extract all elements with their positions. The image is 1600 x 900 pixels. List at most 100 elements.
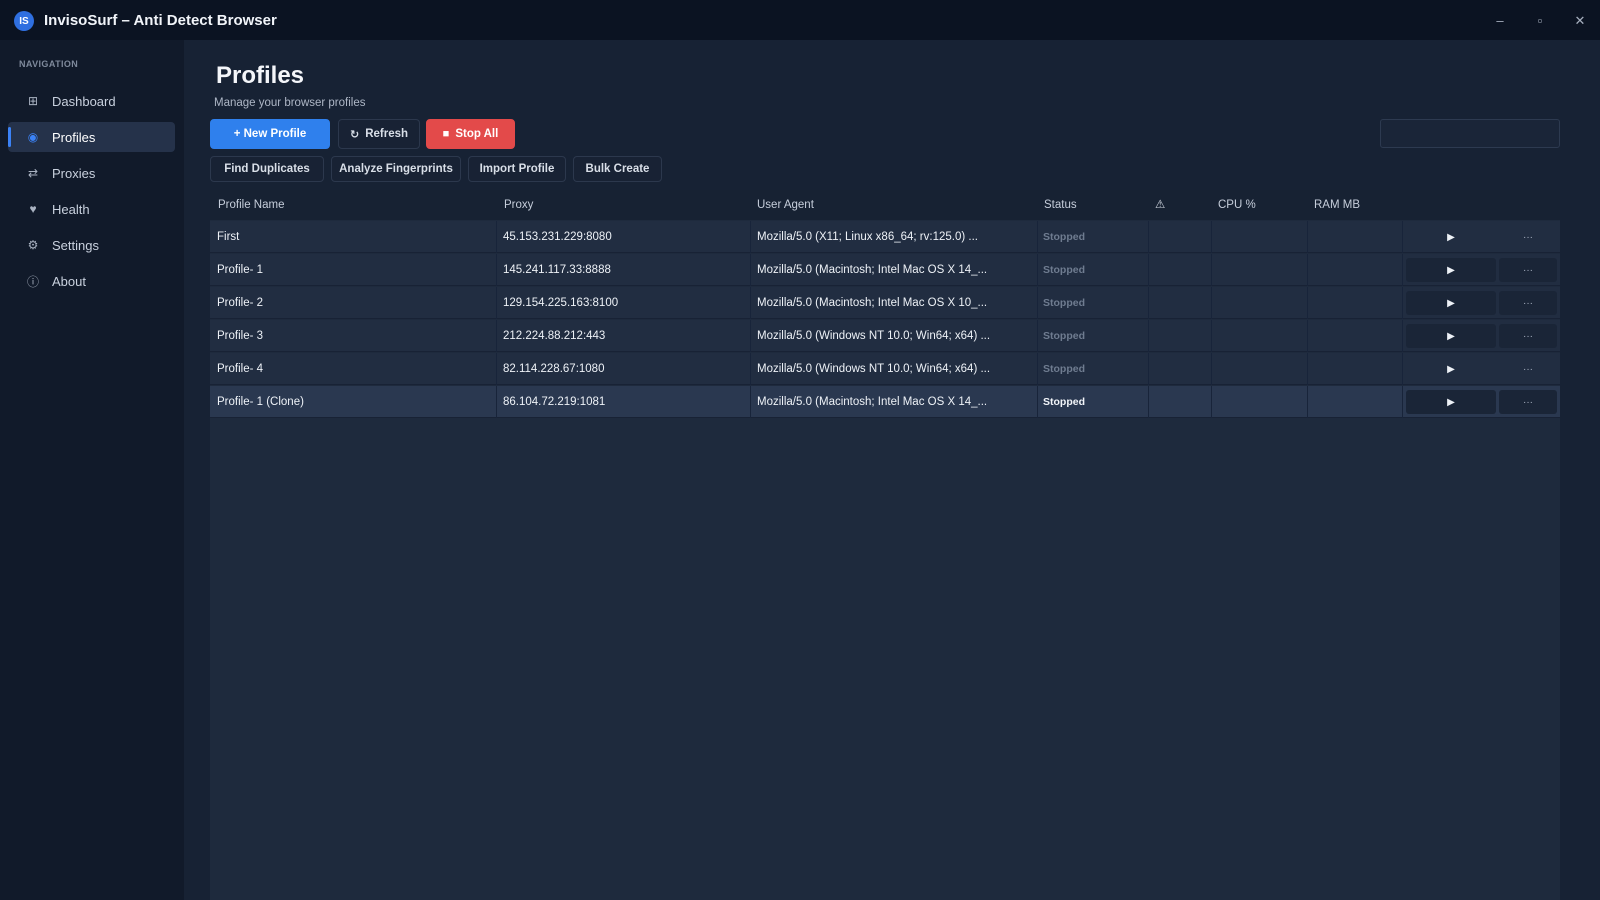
dashboard-icon: ⊞ xyxy=(27,94,39,108)
proxy-cell: 82.114.228.67:1080 xyxy=(497,353,751,385)
new-profile-label: + New Profile xyxy=(233,128,307,140)
column-header-ram[interactable]: RAM MB xyxy=(1314,190,1360,220)
sidebar-item-health[interactable]: ♥ Health xyxy=(8,194,175,224)
app-logo-icon: IS xyxy=(14,11,34,31)
warning-cell xyxy=(1149,287,1212,319)
proxies-icon: ⇄ xyxy=(27,166,39,180)
play-icon[interactable]: ▶ xyxy=(1406,357,1496,381)
more-icon[interactable]: ··· xyxy=(1499,324,1557,348)
play-icon[interactable]: ▶ xyxy=(1406,324,1496,348)
window-title: InvisoSurf – Anti Detect Browser xyxy=(44,12,277,29)
ram-cell xyxy=(1308,353,1403,385)
more-icon[interactable]: ··· xyxy=(1499,357,1557,381)
ram-cell xyxy=(1308,386,1403,418)
user-agent-cell: Mozilla/5.0 (Macintosh; Intel Mac OS X 1… xyxy=(751,254,1038,286)
sidebar: NAVIGATION ⊞ Dashboard ◉ Profiles ⇄ Prox… xyxy=(0,40,184,900)
main-content: Profiles Manage your browser profiles + … xyxy=(184,40,1600,900)
sidebar-item-label: Dashboard xyxy=(52,93,116,109)
minimize-icon[interactable]: – xyxy=(1490,11,1510,31)
sidebar-item-profiles[interactable]: ◉ Profiles xyxy=(8,122,175,152)
proxy-cell: 86.104.72.219:1081 xyxy=(497,386,751,418)
more-icon[interactable]: ··· xyxy=(1499,225,1557,249)
column-header-user-agent[interactable]: User Agent xyxy=(757,190,814,220)
play-icon[interactable]: ▶ xyxy=(1406,390,1496,414)
user-agent-cell: Mozilla/5.0 (X11; Linux x86_64; rv:125.0… xyxy=(751,221,1038,253)
table-header: Profile Name Proxy User Agent Status ⚠ C… xyxy=(210,190,1560,220)
sidebar-item-proxies[interactable]: ⇄ Proxies xyxy=(8,158,175,188)
analyze-fingerprints-button[interactable]: Analyze Fingerprints xyxy=(331,156,461,182)
status-cell: Stopped xyxy=(1038,353,1149,385)
heart-icon: ♥ xyxy=(29,202,37,216)
table-row[interactable]: First 45.153.231.229:8080 Mozilla/5.0 (X… xyxy=(210,221,1560,253)
play-icon[interactable]: ▶ xyxy=(1406,225,1496,249)
play-icon[interactable]: ▶ xyxy=(1406,291,1496,315)
table-row[interactable]: Profile- 1 145.241.117.33:8888 Mozilla/5… xyxy=(210,254,1560,286)
profile-name-cell: Profile- 1 xyxy=(210,254,497,286)
profiles-icon: ◉ xyxy=(27,130,39,144)
column-header-proxy[interactable]: Proxy xyxy=(504,190,533,220)
status-cell: Stopped xyxy=(1038,254,1149,286)
title-bar: IS InvisoSurf – Anti Detect Browser – ▫ … xyxy=(0,0,1600,40)
status-cell: Stopped xyxy=(1038,386,1149,418)
proxy-cell: 212.224.88.212:443 xyxy=(497,320,751,352)
sidebar-item-dashboard[interactable]: ⊞ Dashboard xyxy=(8,86,175,116)
import-profile-label: Import Profile xyxy=(479,163,555,175)
stop-icon: ■ xyxy=(442,128,450,140)
info-icon: ⓘ xyxy=(26,274,39,289)
warning-cell xyxy=(1149,254,1212,286)
table-row[interactable]: Profile- 3 212.224.88.212:443 Mozilla/5.… xyxy=(210,320,1560,352)
warning-cell xyxy=(1149,221,1212,253)
close-icon[interactable]: ✕ xyxy=(1570,11,1590,31)
sidebar-item-label: Profiles xyxy=(52,129,96,145)
page-subtitle: Manage your browser profiles xyxy=(214,97,366,109)
proxy-cell: 129.154.225.163:8100 xyxy=(497,287,751,319)
sidebar-item-about[interactable]: ⓘ About xyxy=(8,266,175,296)
user-agent-cell: Mozilla/5.0 (Windows NT 10.0; Win64; x64… xyxy=(751,320,1038,352)
column-header-profile-name[interactable]: Profile Name xyxy=(218,190,284,220)
refresh-button[interactable]: ↻ Refresh xyxy=(338,119,420,149)
more-icon[interactable]: ··· xyxy=(1499,258,1557,282)
column-header-status[interactable]: Status xyxy=(1044,190,1077,220)
proxy-cell: 145.241.117.33:8888 xyxy=(497,254,751,286)
user-agent-cell: Mozilla/5.0 (Windows NT 10.0; Win64; x64… xyxy=(751,353,1038,385)
user-agent-cell: Mozilla/5.0 (Macintosh; Intel Mac OS X 1… xyxy=(751,287,1038,319)
ram-cell xyxy=(1308,320,1403,352)
search-input[interactable] xyxy=(1380,119,1560,148)
cpu-cell xyxy=(1212,386,1308,418)
cpu-cell xyxy=(1212,353,1308,385)
import-profile-button[interactable]: Import Profile xyxy=(468,156,566,182)
table-row[interactable]: Profile- 4 82.114.228.67:1080 Mozilla/5.… xyxy=(210,353,1560,385)
profile-name-cell: Profile- 1 (Clone) xyxy=(210,386,497,418)
gear-icon: ⚙ xyxy=(27,238,39,252)
play-icon[interactable]: ▶ xyxy=(1406,258,1496,282)
table-row[interactable]: Profile- 2 129.154.225.163:8100 Mozilla/… xyxy=(210,287,1560,319)
cpu-cell xyxy=(1212,320,1308,352)
column-header-cpu[interactable]: CPU % xyxy=(1218,190,1256,220)
sidebar-item-settings[interactable]: ⚙ Settings xyxy=(8,230,175,260)
refresh-icon: ↻ xyxy=(349,128,360,141)
new-profile-button[interactable]: + New Profile xyxy=(210,119,330,149)
table-row[interactable]: Profile- 1 (Clone) 86.104.72.219:1081 Mo… xyxy=(210,386,1560,418)
more-icon[interactable]: ··· xyxy=(1499,291,1557,315)
find-duplicates-button[interactable]: Find Duplicates xyxy=(210,156,324,182)
cpu-cell xyxy=(1212,221,1308,253)
sidebar-item-label: Health xyxy=(52,201,90,217)
cpu-cell xyxy=(1212,287,1308,319)
profile-name-cell: Profile- 4 xyxy=(210,353,497,385)
stop-all-button[interactable]: ■ Stop All xyxy=(426,119,515,149)
user-agent-cell: Mozilla/5.0 (Macintosh; Intel Mac OS X 1… xyxy=(751,386,1038,418)
profile-name-cell: Profile- 3 xyxy=(210,320,497,352)
cpu-cell xyxy=(1212,254,1308,286)
navigation-heading: NAVIGATION xyxy=(19,59,79,69)
maximize-icon[interactable]: ▫ xyxy=(1530,11,1550,31)
sidebar-item-label: Settings xyxy=(52,237,99,253)
stop-all-label: Stop All xyxy=(455,128,499,140)
profile-name-cell: Profile- 2 xyxy=(210,287,497,319)
more-icon[interactable]: ··· xyxy=(1499,390,1557,414)
warning-cell xyxy=(1149,386,1212,418)
warning-cell xyxy=(1149,320,1212,352)
page-title: Profiles xyxy=(216,62,305,89)
warning-icon[interactable]: ⚠ xyxy=(1155,190,1165,220)
bulk-create-button[interactable]: Bulk Create xyxy=(573,156,662,182)
status-cell: Stopped xyxy=(1038,221,1149,253)
